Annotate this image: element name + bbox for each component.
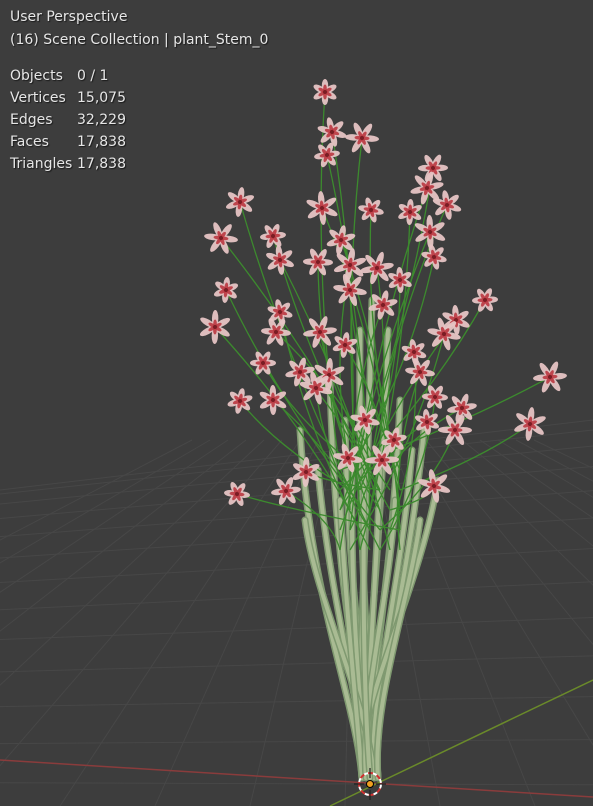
stat-row-triangles: Triangles 17,838 (10, 153, 126, 175)
stat-row-vertices: Vertices 15,075 (10, 87, 126, 109)
stat-label: Triangles (10, 156, 73, 172)
stat-row-edges: Edges 32,229 (10, 109, 126, 131)
view-name-label: User Perspective (10, 9, 128, 25)
stat-value: 32,229 (77, 112, 126, 128)
scene-statistics: Objects 0 / 1 Vertices 15,075 Edges 32,2… (10, 65, 126, 175)
collection-object-label: (16) Scene Collection | plant_Stem_0 (10, 32, 269, 48)
stat-label: Vertices (10, 90, 66, 106)
plant-stem-object[interactable] (198, 79, 572, 782)
object-origin-icon[interactable] (366, 780, 374, 788)
stat-value: 0 / 1 (77, 68, 109, 84)
stat-label: Objects (10, 68, 63, 84)
stat-value: 17,838 (77, 134, 126, 150)
x-axis-line (0, 759, 593, 798)
3d-viewport[interactable]: User Perspective (16) Scene Collection |… (0, 0, 593, 806)
stat-label: Edges (10, 112, 53, 128)
stat-value: 15,075 (77, 90, 126, 106)
stat-label: Faces (10, 134, 49, 150)
stat-row-objects: Objects 0 / 1 (10, 65, 126, 87)
stat-value: 17,838 (77, 156, 126, 172)
stat-row-faces: Faces 17,838 (10, 131, 126, 153)
